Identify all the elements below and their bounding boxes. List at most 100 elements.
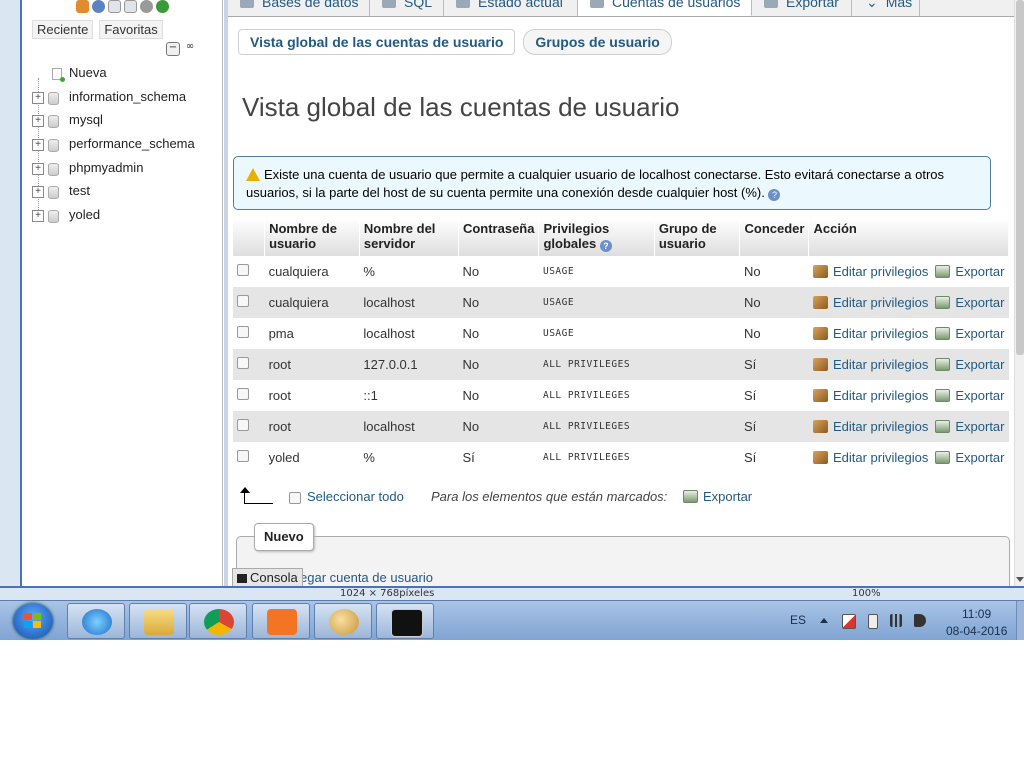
- tab-export[interactable]: Exportar: [752, 0, 852, 16]
- export-link[interactable]: Exportar: [935, 264, 1005, 279]
- tab-more[interactable]: ⌄ Más: [852, 0, 920, 16]
- start-button[interactable]: [13, 603, 53, 639]
- row-checkbox-cell: [233, 287, 265, 318]
- header-user[interactable]: Nombre de usuario: [264, 218, 360, 256]
- export-link[interactable]: Exportar: [935, 357, 1005, 372]
- copy-icon[interactable]: [124, 0, 137, 13]
- tree-item-label[interactable]: test: [69, 183, 90, 198]
- table-row: root localhost No ALL PRIVILEGES Sí Editar pr…: [233, 411, 1009, 442]
- tab-sql[interactable]: SQL: [370, 0, 444, 16]
- bulk-export-link[interactable]: Exportar: [683, 489, 752, 504]
- tree-item-test[interactable]: + test: [30, 182, 220, 202]
- clock-time[interactable]: 11:09: [962, 607, 991, 621]
- tree-item-information-schema[interactable]: + information_schema: [30, 88, 220, 108]
- edit-privileges-link[interactable]: Editar privilegios: [812, 450, 928, 465]
- add-user-link[interactable]: egar cuenta de usuario: [300, 570, 433, 585]
- row-checkbox[interactable]: [237, 388, 249, 400]
- collapse-all-icon[interactable]: −: [166, 42, 180, 56]
- tree-item-performance-schema[interactable]: + performance_schema: [30, 135, 220, 155]
- header-password[interactable]: Contraseña: [458, 218, 540, 256]
- help-icon[interactable]: ?: [768, 189, 781, 201]
- tab-status[interactable]: Estado actual: [444, 0, 578, 16]
- edit-privileges-link[interactable]: Editar privilegios: [812, 295, 929, 310]
- taskbar-paint[interactable]: [314, 603, 372, 639]
- header-grant: Conceder: [739, 218, 810, 256]
- tab-user-accounts[interactable]: Cuentas de usuarios: [578, 0, 752, 16]
- scrollbar-thumb[interactable]: [1016, 0, 1024, 355]
- edit-privileges-label: Editar privilegios: [832, 295, 929, 310]
- taskbar-file-explorer[interactable]: [129, 603, 187, 639]
- export-link[interactable]: Exportar: [935, 326, 1005, 341]
- edit-privileges-link[interactable]: Editar privilegios: [812, 264, 929, 279]
- taskbar-xampp[interactable]: [252, 603, 310, 639]
- export-link[interactable]: Exportar: [935, 450, 1005, 465]
- expand-icon[interactable]: +: [32, 163, 44, 175]
- expand-icon[interactable]: +: [32, 139, 44, 151]
- tree-item-label[interactable]: information_schema: [69, 89, 186, 104]
- help-icon[interactable]: [92, 0, 105, 13]
- tree-item-phpmyadmin[interactable]: + phpmyadmin: [30, 159, 220, 179]
- export-label: Exportar: [955, 419, 1005, 434]
- row-checkbox[interactable]: [237, 295, 249, 307]
- export-icon: [935, 327, 951, 340]
- row-checkbox[interactable]: [237, 419, 249, 431]
- taskbar-command-prompt[interactable]: [376, 603, 434, 639]
- language-indicator[interactable]: ES: [790, 613, 806, 627]
- edit-privileges-label: Editar privilegios: [832, 264, 929, 279]
- row-checkbox[interactable]: [237, 450, 249, 462]
- volume-icon[interactable]: [914, 614, 926, 627]
- expand-icon[interactable]: +: [32, 115, 44, 127]
- recent-link[interactable]: Reciente: [32, 20, 94, 39]
- help-icon[interactable]: ?: [599, 240, 612, 252]
- taskbar-internet-explorer[interactable]: [67, 603, 125, 639]
- page-title: Vista global de las cuentas de usuario: [242, 92, 680, 122]
- link-icon[interactable]: ∞: [184, 42, 196, 54]
- header-host[interactable]: Nombre del servidor: [359, 218, 459, 256]
- expand-icon[interactable]: +: [32, 92, 44, 104]
- edit-privileges-link[interactable]: Editar privilegios: [812, 419, 928, 434]
- tree-item-label[interactable]: mysql: [69, 112, 103, 127]
- tree-item-yoled[interactable]: + yoled: [30, 206, 220, 226]
- reload-icon[interactable]: [156, 0, 169, 13]
- tree-item-label[interactable]: performance_schema: [69, 136, 195, 151]
- home-icon[interactable]: [76, 0, 89, 13]
- network-icon[interactable]: [890, 614, 902, 627]
- row-checkbox[interactable]: [237, 326, 249, 338]
- select-all-label[interactable]: Seleccionar todo: [307, 489, 404, 504]
- edit-privileges-link[interactable]: Editar privilegios: [812, 357, 928, 372]
- battery-icon[interactable]: [868, 614, 878, 629]
- export-link[interactable]: Exportar: [935, 419, 1005, 434]
- select-all-checkbox[interactable]: [289, 492, 301, 504]
- clock-date[interactable]: 08-04-2016: [946, 624, 1007, 638]
- edit-privileges-link[interactable]: Editar privilegios: [812, 326, 928, 341]
- export-link[interactable]: Exportar: [935, 388, 1005, 403]
- edit-privileges-link[interactable]: Editar privilegios: [812, 388, 928, 403]
- export-link[interactable]: Exportar: [935, 295, 1005, 310]
- tree-item-mysql[interactable]: + mysql: [30, 111, 220, 131]
- cell-privileges: ALL PRIVILEGES: [538, 380, 655, 411]
- show-desktop-button[interactable]: [1016, 601, 1024, 640]
- tree-item-label[interactable]: yoled: [69, 207, 100, 222]
- row-checkbox[interactable]: [237, 264, 249, 276]
- taskbar-chrome[interactable]: [189, 603, 247, 639]
- tab-databases[interactable]: Bases de datos: [228, 0, 370, 16]
- vertical-scrollbar[interactable]: [1014, 0, 1024, 586]
- export-label: Exportar: [955, 295, 1005, 310]
- docs-icon[interactable]: [108, 0, 121, 13]
- command-prompt-icon: [391, 609, 423, 637]
- scroll-down-icon[interactable]: [1016, 577, 1024, 582]
- gear-icon[interactable]: [140, 0, 153, 13]
- show-hidden-icons-icon[interactable]: [820, 618, 828, 623]
- expand-icon[interactable]: +: [32, 186, 44, 198]
- favorites-link[interactable]: Favoritas: [99, 20, 163, 39]
- action-center-icon[interactable]: [842, 614, 856, 629]
- tree-item-new[interactable]: Nueva: [30, 64, 220, 84]
- database-icon: [48, 115, 59, 128]
- expand-icon[interactable]: +: [32, 210, 44, 222]
- row-checkbox[interactable]: [237, 357, 249, 369]
- subtab-user-groups[interactable]: Grupos de usuario: [523, 29, 672, 55]
- console-toggle[interactable]: Consola: [232, 568, 303, 586]
- subtab-users-overview[interactable]: Vista global de las cuentas de usuario: [238, 29, 516, 55]
- tree-item-label[interactable]: phpmyadmin: [69, 160, 143, 175]
- export-label: Exportar: [955, 450, 1005, 465]
